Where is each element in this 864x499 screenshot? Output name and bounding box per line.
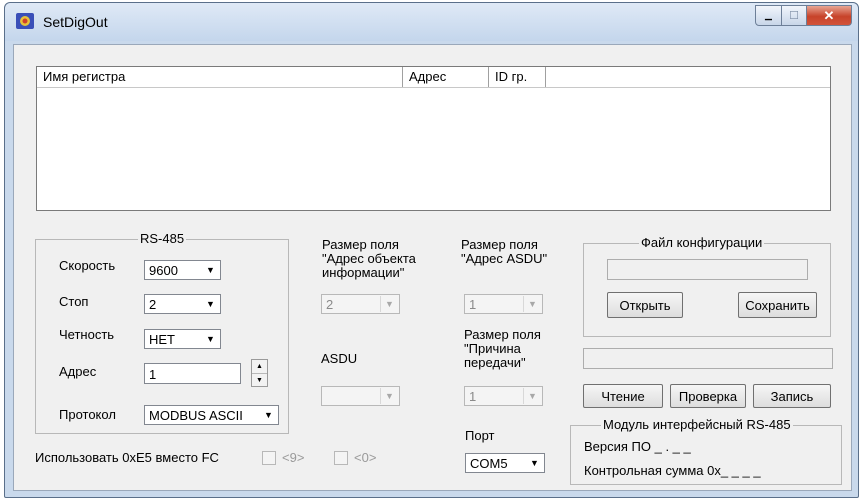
rs485-group-title: RS-485 xyxy=(138,231,187,246)
asdu-addr-size-label-line1: Размер поля xyxy=(461,237,538,252)
port-value: COM5 xyxy=(470,456,508,471)
protocol-label: Протокол xyxy=(59,407,116,422)
chevron-down-icon: ▼ xyxy=(206,334,215,344)
cause-size-label-line1: Размер поля xyxy=(464,327,541,342)
config-file-group-title: Файл конфигурации xyxy=(639,235,765,250)
parity-label: Четность xyxy=(59,327,115,342)
parity-select[interactable]: НЕТ ▼ xyxy=(144,329,221,349)
open-button[interactable]: Открыть xyxy=(607,292,683,318)
stop-label: Стоп xyxy=(59,294,89,309)
cause-size-label-line2: "Причина xyxy=(464,341,521,356)
address-value: 1 xyxy=(149,367,157,382)
address-spinner[interactable]: ▲ ▼ xyxy=(251,359,268,387)
chevron-down-icon: ▼ xyxy=(206,299,215,309)
minimize-button[interactable]: ▁ xyxy=(755,5,782,26)
chevron-down-icon: ▼ xyxy=(380,296,398,312)
protocol-select[interactable]: MODBUS ASCII ▼ xyxy=(144,405,279,425)
register-list[interactable]: Имя регистра Адрес ID гр. xyxy=(36,66,831,211)
address-input[interactable]: 1 xyxy=(144,363,241,384)
chevron-down-icon: ▼ xyxy=(206,265,215,275)
read-button[interactable]: Чтение xyxy=(583,384,663,408)
dialog-client-area: Имя регистра Адрес ID гр. RS-485 Скорост… xyxy=(13,44,852,491)
spin-down-icon[interactable]: ▼ xyxy=(252,373,267,386)
stop-select[interactable]: 2 ▼ xyxy=(144,294,221,314)
address-label: Адрес xyxy=(59,364,97,379)
ioa-size-value: 2 xyxy=(326,297,334,312)
stop-value: 2 xyxy=(149,297,157,312)
title-bar[interactable]: SetDigOut ▁ ☐ ✕ xyxy=(5,3,858,41)
port-select[interactable]: COM5 ▼ xyxy=(465,453,545,473)
checkbox-0-label: <0> xyxy=(354,450,377,465)
check-button[interactable]: Проверка xyxy=(670,384,746,408)
checkbox-9[interactable] xyxy=(262,451,276,465)
speed-value: 9600 xyxy=(149,263,178,278)
port-label: Порт xyxy=(465,428,495,443)
ioa-size-label-line3: информации" xyxy=(322,265,405,280)
spin-up-icon[interactable]: ▲ xyxy=(252,360,267,373)
column-register-name[interactable]: Имя регистра xyxy=(37,67,403,87)
config-file-group xyxy=(583,243,831,337)
speed-label: Скорость xyxy=(59,258,116,273)
cause-size-label-line3: передачи" xyxy=(464,355,526,370)
app-icon xyxy=(16,13,34,29)
protocol-value: MODBUS ASCII xyxy=(149,408,243,423)
speed-select[interactable]: 9600 ▼ xyxy=(144,260,221,280)
minimize-icon: ▁ xyxy=(765,10,772,20)
maximize-icon: ☐ xyxy=(789,10,799,22)
config-file-path[interactable] xyxy=(607,259,808,280)
column-address[interactable]: Адрес xyxy=(403,67,489,87)
asdu-addr-size-value: 1 xyxy=(469,297,477,312)
asdu-addr-size-select[interactable]: 1 ▼ xyxy=(464,294,543,314)
ioa-size-label-line2: "Адрес объекта xyxy=(322,251,416,266)
asdu-label: ASDU xyxy=(321,351,358,366)
save-button[interactable]: Сохранить xyxy=(738,292,817,318)
write-button[interactable]: Запись xyxy=(753,384,831,408)
cause-size-value: 1 xyxy=(469,389,477,404)
asdu-select[interactable]: ▼ xyxy=(321,386,400,406)
chevron-down-icon: ▼ xyxy=(523,388,541,404)
checkbox-0[interactable] xyxy=(334,451,348,465)
module-group-title: Модуль интерфейсный RS-485 xyxy=(601,417,793,432)
chevron-down-icon: ▼ xyxy=(523,296,541,312)
checksum: Контрольная сумма 0x_ _ _ _ xyxy=(584,463,761,478)
ioa-size-select[interactable]: 2 ▼ xyxy=(321,294,400,314)
close-icon: ✕ xyxy=(823,7,835,23)
parity-value: НЕТ xyxy=(149,332,175,347)
chevron-down-icon: ▼ xyxy=(530,458,539,468)
checkbox-9-label: <9> xyxy=(282,450,305,465)
chevron-down-icon: ▼ xyxy=(380,388,398,404)
use-e5-label: Использовать 0xE5 вместо FC xyxy=(35,450,219,465)
asdu-addr-size-label-line2: "Адрес ASDU" xyxy=(461,251,548,266)
maximize-button[interactable]: ☐ xyxy=(782,5,807,26)
window-title: SetDigOut xyxy=(43,14,108,30)
app-window: SetDigOut ▁ ☐ ✕ Имя регистра Адрес ID гр… xyxy=(4,2,859,498)
cause-size-select[interactable]: 1 ▼ xyxy=(464,386,543,406)
status-field xyxy=(583,348,833,369)
close-button[interactable]: ✕ xyxy=(807,5,852,26)
column-group-id[interactable]: ID гр. xyxy=(489,67,546,87)
list-header: Имя регистра Адрес ID гр. xyxy=(37,67,830,88)
ioa-size-label-line1: Размер поля xyxy=(322,237,399,252)
firmware-version: Версия ПО _ . _ _ xyxy=(584,439,691,454)
chevron-down-icon: ▼ xyxy=(264,410,273,420)
caption-buttons: ▁ ☐ ✕ xyxy=(755,5,852,26)
